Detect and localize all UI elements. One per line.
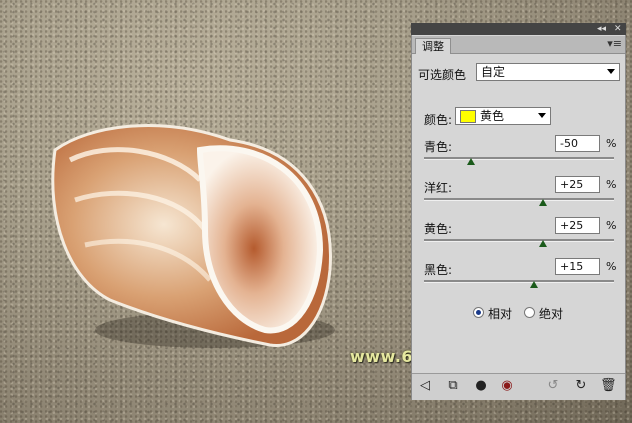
colors-select[interactable]: 黄色 bbox=[455, 107, 551, 125]
black-unit: % bbox=[606, 260, 617, 273]
panel-bottom-toolbar: ◁ ⧉ ● ◉ ↺ ↻ 🗑 bbox=[412, 373, 625, 400]
black-label: 黑色: bbox=[424, 263, 453, 277]
cyan-slider-track[interactable] bbox=[424, 157, 614, 160]
visibility-icon[interactable]: ● bbox=[473, 378, 489, 394]
yellow-swatch bbox=[460, 110, 476, 123]
magenta-slider-track[interactable] bbox=[424, 198, 614, 201]
tab-adjustments[interactable]: 调整 bbox=[415, 38, 451, 54]
panel-title-bar: ◂◂ ✕ bbox=[411, 23, 626, 35]
relative-label: 相对 bbox=[488, 307, 513, 321]
reset-icon[interactable]: ↻ bbox=[573, 378, 589, 394]
black-input[interactable]: +15 bbox=[555, 258, 600, 275]
close-icon[interactable]: ✕ bbox=[614, 23, 622, 35]
relative-radio[interactable] bbox=[473, 307, 484, 318]
preset-select[interactable]: 自定 bbox=[476, 63, 620, 81]
chevron-down-icon bbox=[538, 113, 546, 118]
absolute-radio[interactable] bbox=[524, 307, 535, 318]
absolute-label: 绝对 bbox=[539, 307, 564, 321]
clip-to-layer-icon[interactable]: ⧉ bbox=[445, 378, 461, 394]
colors-label: 颜色: bbox=[424, 113, 453, 127]
cyan-input[interactable]: -50 bbox=[555, 135, 600, 152]
magenta-unit: % bbox=[606, 178, 617, 191]
cyan-unit: % bbox=[606, 137, 617, 150]
preset-value: 自定 bbox=[481, 65, 506, 79]
magenta-input[interactable]: +25 bbox=[555, 176, 600, 193]
trash-icon[interactable]: 🗑 bbox=[600, 378, 617, 394]
yellow-unit: % bbox=[606, 219, 617, 232]
yellow-input[interactable]: +25 bbox=[555, 217, 600, 234]
magenta-label: 洋红: bbox=[424, 181, 453, 195]
black-slider-thumb[interactable] bbox=[530, 281, 538, 288]
double-chevron-right-icon[interactable]: ◂◂ bbox=[597, 23, 606, 35]
colors-value: 黄色 bbox=[480, 109, 505, 123]
preset-label: 可选颜色 bbox=[418, 68, 467, 82]
reset-disabled-icon: ↺ bbox=[547, 378, 559, 393]
yellow-slider-thumb[interactable] bbox=[539, 240, 547, 247]
cyan-slider-thumb[interactable] bbox=[467, 158, 475, 165]
magenta-slider-thumb[interactable] bbox=[539, 199, 547, 206]
adjustments-panel: 调整 ▾≡ 可选颜色 自定 颜色: 黄色 青色: -50 % 洋红: +25 %… bbox=[411, 23, 626, 400]
yellow-slider-track[interactable] bbox=[424, 239, 614, 242]
panel-tab-row: 调整 ▾≡ bbox=[412, 36, 625, 54]
panel-menu-icon[interactable]: ▾≡ bbox=[607, 37, 622, 50]
yellow-label: 黄色: bbox=[424, 222, 453, 236]
back-arrow-icon[interactable]: ◁ bbox=[417, 378, 433, 394]
view-previous-icon[interactable]: ◉ bbox=[499, 378, 515, 394]
chevron-down-icon bbox=[607, 69, 615, 74]
cyan-label: 青色: bbox=[424, 140, 453, 154]
black-slider-track[interactable] bbox=[424, 280, 614, 283]
